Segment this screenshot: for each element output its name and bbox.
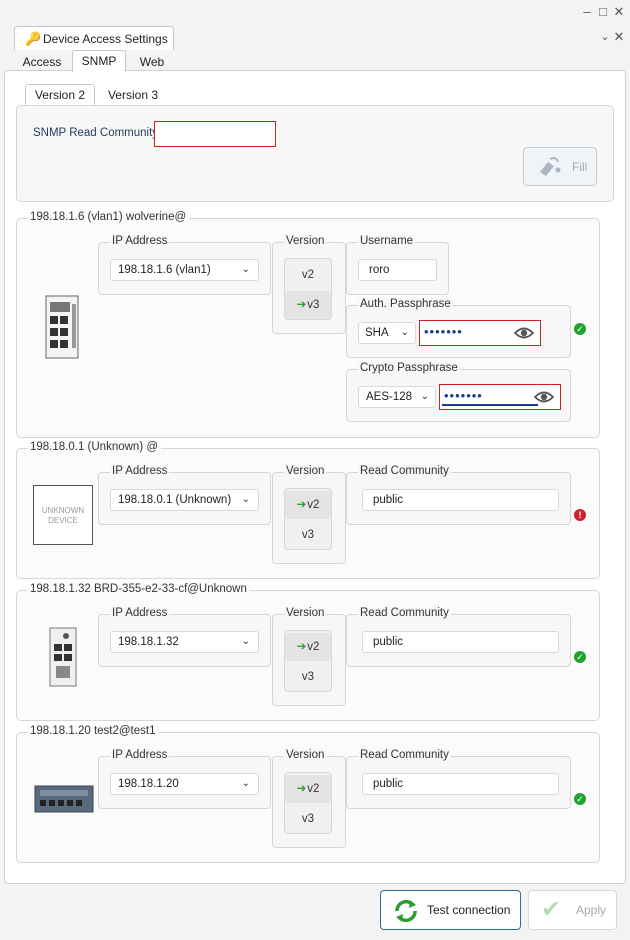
unknown-device-image: UNKNOWN DEVICE xyxy=(33,485,93,545)
close-window-icon[interactable]: ✕ xyxy=(612,5,626,19)
device-title: 198.18.1.20 test2@test1 xyxy=(27,725,159,737)
version-selector[interactable]: ➔v2 v3 xyxy=(284,630,332,692)
crypto-passphrase-value: ••••••• xyxy=(444,388,483,403)
eye-icon[interactable] xyxy=(514,325,534,341)
crypto-protocol-select[interactable]: AES-128 ⌄ xyxy=(358,386,436,408)
status-ok-icon: ✓ xyxy=(574,651,586,663)
tab-version-3[interactable]: Version 3 xyxy=(98,84,168,106)
chevron-down-icon: ⌄ xyxy=(400,327,409,338)
close-tab-icon[interactable]: ✕ xyxy=(612,30,626,44)
version-option-v2[interactable]: v2 xyxy=(285,261,331,289)
document-tab-title: Device Access Settings xyxy=(43,32,168,46)
version-option-v3[interactable]: ➔v3 xyxy=(285,291,331,319)
tab-snmp[interactable]: SNMP xyxy=(72,50,126,72)
eye-icon[interactable] xyxy=(534,389,554,405)
read-community-label: Read Community xyxy=(358,465,451,477)
crypto-passphrase-input[interactable]: ••••••• xyxy=(439,384,561,410)
read-community-input[interactable]: public xyxy=(362,489,559,511)
device-image xyxy=(34,785,94,813)
document-tab[interactable]: 🔑 Device Access Settings xyxy=(14,26,174,50)
version-selector[interactable]: ➔v2 v3 xyxy=(284,488,332,550)
ip-address-value: 198.18.1.32 xyxy=(118,636,179,648)
arrow-right-icon: ➔ xyxy=(296,299,307,311)
tab-access[interactable]: Access xyxy=(16,51,68,73)
chevron-down-icon: ⌄ xyxy=(241,636,250,647)
auth-protocol-select[interactable]: SHA ⌄ xyxy=(358,322,416,344)
tab-dropdown-icon[interactable]: ⌄ xyxy=(598,30,612,44)
ip-address-value: 198.18.1.20 xyxy=(118,778,179,790)
ip-address-value: 198.18.1.6 (vlan1) xyxy=(118,264,211,276)
apply-label: Apply xyxy=(576,903,607,917)
version-selector[interactable]: v2 ➔v3 xyxy=(284,258,332,320)
version-label: Version xyxy=(284,749,327,761)
crypto-passphrase-label: Crypto Passphrase xyxy=(358,362,460,374)
apply-button[interactable]: ✔ Apply xyxy=(528,890,617,930)
test-connection-button[interactable]: Test connection xyxy=(380,890,521,930)
device-image xyxy=(49,627,77,687)
version-selector[interactable]: ➔v2 v3 xyxy=(284,772,332,834)
ip-address-select[interactable]: 198.18.1.32 ⌄ xyxy=(110,631,259,653)
version-label: Version xyxy=(284,235,327,247)
arrow-right-icon: ➔ xyxy=(296,641,307,653)
ip-address-value: 198.18.0.1 (Unknown) xyxy=(118,494,232,506)
status-error-icon: ! xyxy=(574,509,586,521)
auth-passphrase-label: Auth. Passphrase xyxy=(358,298,453,310)
version-option-v3[interactable]: v3 xyxy=(285,805,331,833)
version-option-v2[interactable]: ➔v2 xyxy=(285,633,331,661)
version-option-v2[interactable]: ➔v2 xyxy=(285,491,331,519)
chevron-down-icon: ⌄ xyxy=(420,391,429,402)
checkmark-icon: ✔ xyxy=(541,896,562,923)
refresh-icon xyxy=(395,899,417,923)
device-image xyxy=(45,295,79,359)
auth-protocol-value: SHA xyxy=(365,327,389,339)
test-connection-label: Test connection xyxy=(427,903,511,917)
arrow-right-icon: ➔ xyxy=(296,499,307,511)
device-title: 198.18.1.32 BRD-355-e2-33-cf@Unknown xyxy=(27,583,250,595)
fill-icon xyxy=(540,157,561,176)
read-community-input[interactable]: public xyxy=(362,773,559,795)
version-label: Version xyxy=(284,465,327,477)
status-ok-icon: ✓ xyxy=(574,793,586,805)
version-option-v3[interactable]: v3 xyxy=(285,521,331,549)
focus-underline xyxy=(442,404,538,406)
username-label: Username xyxy=(358,235,416,247)
ip-address-select[interactable]: 198.18.0.1 (Unknown) ⌄ xyxy=(110,489,259,511)
key-icon: 🔑 xyxy=(25,31,42,46)
ip-address-label: IP Address xyxy=(110,749,170,761)
maximize-icon[interactable]: □ xyxy=(596,5,610,19)
username-input[interactable]: roro xyxy=(358,259,437,281)
device-title: 198.18.0.1 (Unknown) @ xyxy=(27,441,162,453)
ip-address-label: IP Address xyxy=(110,607,170,619)
crypto-protocol-value: AES-128 xyxy=(366,391,413,403)
fill-label: Fill xyxy=(572,160,588,174)
ip-address-select[interactable]: 198.18.1.20 ⌄ xyxy=(110,773,259,795)
snmp-read-community-label: SNMP Read Community xyxy=(33,127,159,139)
fill-button[interactable]: Fill xyxy=(523,147,597,186)
read-community-label: Read Community xyxy=(358,749,451,761)
tab-version-2[interactable]: Version 2 xyxy=(25,84,95,106)
chevron-down-icon: ⌄ xyxy=(241,778,250,789)
ip-address-label: IP Address xyxy=(110,465,170,477)
chevron-down-icon: ⌄ xyxy=(241,494,250,505)
status-ok-icon: ✓ xyxy=(574,323,586,335)
read-community-input[interactable]: public xyxy=(362,631,559,653)
minimize-icon[interactable]: – xyxy=(580,5,594,19)
snmp-read-community-input[interactable] xyxy=(154,121,276,147)
auth-passphrase-input[interactable]: ••••••• xyxy=(419,320,541,346)
read-community-label: Read Community xyxy=(358,607,451,619)
arrow-right-icon: ➔ xyxy=(296,783,307,795)
auth-passphrase-value: ••••••• xyxy=(424,324,463,339)
version-label: Version xyxy=(284,607,327,619)
ip-address-label: IP Address xyxy=(110,235,170,247)
version-option-v3[interactable]: v3 xyxy=(285,663,331,691)
version-option-v2[interactable]: ➔v2 xyxy=(285,775,331,803)
device-title: 198.18.1.6 (vlan1) wolverine@ xyxy=(27,211,190,223)
chevron-down-icon: ⌄ xyxy=(241,264,250,275)
tab-web[interactable]: Web xyxy=(130,51,174,73)
ip-address-select[interactable]: 198.18.1.6 (vlan1) ⌄ xyxy=(110,259,259,281)
